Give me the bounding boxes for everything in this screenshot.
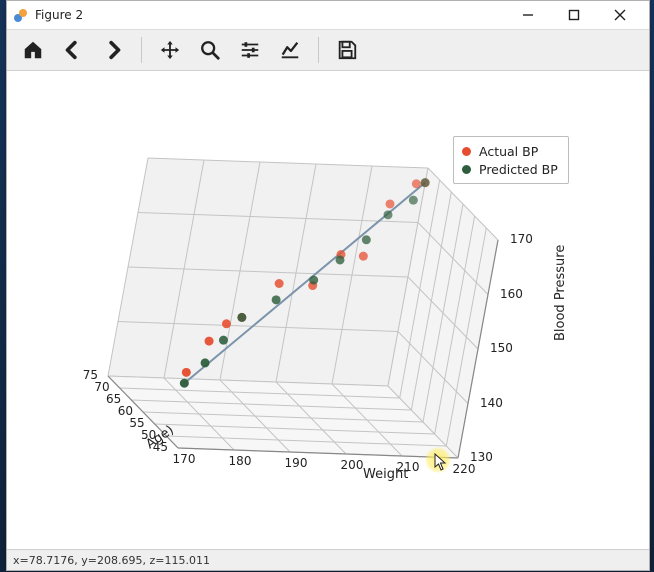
tick-label: 220	[453, 462, 476, 476]
legend-label-actual: Actual BP	[479, 144, 538, 159]
minimize-button[interactable]	[505, 1, 551, 29]
pan-button[interactable]	[150, 32, 190, 68]
app-icon	[13, 7, 29, 23]
tick-label: 160	[500, 287, 523, 301]
configure-button[interactable]	[230, 32, 270, 68]
edit-button[interactable]	[270, 32, 310, 68]
tick-label: 70	[94, 380, 109, 394]
legend: Actual BP Predicted BP	[453, 136, 569, 184]
sliders-icon	[239, 39, 261, 61]
tick-label: 60	[118, 404, 133, 418]
legend-label-predicted: Predicted BP	[479, 162, 558, 177]
tick-label: 170	[510, 232, 533, 246]
tick-label: 65	[106, 392, 121, 406]
tick-label: 55	[129, 416, 144, 430]
legend-dot-predicted	[462, 165, 471, 174]
close-button[interactable]	[597, 1, 643, 29]
save-icon	[336, 39, 358, 61]
legend-item-actual: Actual BP	[462, 142, 558, 160]
z-axis-label: Blood Pressure	[553, 245, 568, 341]
legend-item-predicted: Predicted BP	[462, 160, 558, 178]
arrow-left-icon	[62, 39, 84, 61]
tick-label: 170	[173, 452, 196, 466]
toolbar-separator	[318, 37, 319, 63]
tick-label: 190	[285, 456, 308, 470]
tick-label: 75	[83, 368, 98, 382]
plot-canvas[interactable]: Actual BP Predicted BP 45505560657075170…	[7, 71, 649, 550]
zoom-button[interactable]	[190, 32, 230, 68]
chart-line-icon	[279, 39, 301, 61]
toolbar	[7, 29, 649, 71]
zoom-icon	[199, 39, 221, 61]
toolbar-separator	[141, 37, 142, 63]
tick-label: 140	[480, 396, 503, 410]
legend-dot-actual	[462, 147, 471, 156]
move-icon	[159, 39, 181, 61]
y-axis-label: Weight	[363, 467, 408, 482]
tick-label: 130	[470, 450, 493, 464]
cursor-icon	[434, 453, 448, 471]
tick-label: 150	[490, 341, 513, 355]
forward-button[interactable]	[93, 32, 133, 68]
status-coords: x=78.7176, y=208.695, z=115.011	[13, 554, 210, 567]
statusbar: x=78.7176, y=208.695, z=115.011	[7, 549, 649, 570]
tick-label: 180	[229, 454, 252, 468]
titlebar[interactable]: Figure 2	[7, 1, 649, 29]
home-icon	[22, 39, 44, 61]
maximize-button[interactable]	[551, 1, 597, 29]
figure-window: Figure 2	[6, 0, 650, 571]
save-button[interactable]	[327, 32, 367, 68]
tick-label: 200	[341, 458, 364, 472]
arrow-right-icon	[102, 39, 124, 61]
home-button[interactable]	[13, 32, 53, 68]
back-button[interactable]	[53, 32, 93, 68]
window-title: Figure 2	[35, 8, 505, 22]
